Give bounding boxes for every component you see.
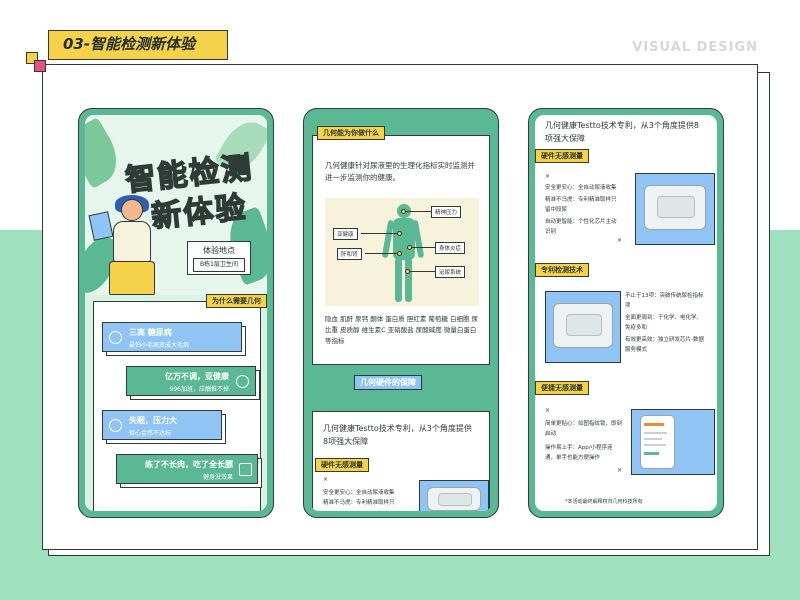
- item-title: 练了不长肉，吃了全长膘: [145, 460, 233, 469]
- block3-tag: 便捷无感测量: [535, 381, 589, 395]
- dot-icon: [401, 209, 406, 214]
- block1-line: 安全更安心：全自动尿液收集: [545, 185, 617, 191]
- item-title: 亿万不调，亚健康: [165, 372, 229, 381]
- leaf-icon: [85, 117, 128, 189]
- block2-tag: 专利检测技术: [535, 263, 589, 277]
- close-icon: ×: [617, 237, 623, 244]
- why-card: 为什么需要几何 三高 糖尿病 最怕小毛病变成大毛病 亿万不调，亚健康 996加班…: [93, 294, 267, 511]
- phone-screen-1: 智能检测 新体验 体验地点 B栋1层卫生间 为什么需要几何 三高 糖尿病 最怕小…: [85, 115, 267, 511]
- label-inflammation: 身体炎症: [435, 242, 466, 254]
- list-item: 失眠，压力大 担心金感不达标: [102, 410, 222, 440]
- phone-mockup-1: 智能检测 新体验 体验地点 B栋1层卫生间 为什么需要几何 三高 糖尿病 最怕小…: [78, 108, 274, 518]
- block1-line: 精准不马虎：专利精准取样只留中段尿: [545, 197, 617, 213]
- block3-line: 操作易上手：App/小程序连通，单手也能方便操作: [545, 445, 613, 461]
- block1-tag: 硬件无感测量: [535, 149, 589, 163]
- dumbbell-icon: [239, 463, 252, 476]
- location-box: 体验地点 B栋1层卫生间: [187, 241, 251, 275]
- item-subtitle: 担心金感不达标: [129, 430, 172, 437]
- sub-line: 精准不马虎：专利精准取样只: [323, 500, 395, 506]
- what-card: 几何能为你做什么 几何健康针对尿液里的生理化指标实时监测并进一步监测你的健康。 …: [312, 126, 490, 365]
- sub-tag: 硬件无感测量: [315, 458, 369, 472]
- dot-icon: [405, 269, 410, 274]
- phone-screen-2: 几何能为你做什么 几何健康针对尿液里的生理化指标实时监测并进一步监测你的健康。 …: [310, 115, 492, 511]
- phone-mockup-3: 几何健康Testto技术专利，从3个角度提供8项强大保障 硬件无感测量 × 安全…: [528, 108, 724, 518]
- hero-banner: 智能检测 新体验 体验地点 B栋1层卫生间: [85, 115, 267, 300]
- label-stress: 精神压力: [431, 206, 462, 218]
- indicators-text: 隐血 肌酐 尿钙 酮体 蛋白质 胆红素 葡萄糖 白细胞 尿比重 皮质醇 维生素C…: [325, 315, 479, 345]
- location-title: 体验地点: [203, 246, 235, 255]
- phone-mockup-2: 几何能为你做什么 几何健康针对尿液里的生理化指标实时监测并进一步监测你的健康。 …: [303, 108, 499, 518]
- block2-line: 不止于13项：突破传统尿检指标项: [625, 293, 704, 309]
- phone-app-icon: [640, 415, 675, 469]
- block1-line: 自动更智能：个性化芯片主动识别: [545, 219, 617, 235]
- dot-icon: [407, 245, 412, 250]
- chip-image: [545, 291, 621, 363]
- sub-line: 安全更安心：全自动尿液收集: [323, 490, 395, 496]
- dot-icon: [397, 231, 402, 236]
- close-icon: ×: [323, 476, 329, 483]
- footnote: *本活动最终解释权归几何科技所有: [565, 499, 643, 505]
- device-image: [635, 173, 715, 245]
- block2-line: 全面更周到：干化学、电化学、免疫多和: [625, 315, 703, 331]
- wifi-icon: [236, 375, 249, 388]
- person-illustration: [88, 195, 161, 297]
- label-urinary: 泌尿系统: [435, 266, 466, 278]
- item-subtitle: 最怕小毛病变成大毛病: [129, 342, 190, 349]
- guarantee-card: 几何健康Testto技术专利，从3个角度提供8项强大保障 硬件无感测量 × 安全…: [312, 411, 490, 511]
- close-icon: ×: [617, 467, 623, 474]
- pink-square-icon: [34, 60, 46, 72]
- list-item: 练了不长肉，吃了全长膘 健身没效果: [116, 454, 258, 484]
- intro-text: 几何健康Testto技术专利，从3个角度提供8项强大保障: [545, 121, 699, 143]
- block3-line: 简单更贴心：如图指纹锁，即刻启动: [545, 421, 623, 437]
- why-section-tag: 为什么需要几何: [206, 294, 267, 308]
- list-item: 亿万不调，亚健康 996加班，应酬推不掉: [126, 366, 256, 396]
- device-image: [419, 480, 489, 511]
- label-subhealth: 亚健康: [333, 228, 358, 240]
- guarantee-text: 几何健康Testto技术专利，从3个角度提供8项强大保障: [323, 424, 472, 446]
- drop-icon: [109, 331, 122, 344]
- section-title: 03-智能检测新体验: [48, 30, 228, 60]
- intro-text: 几何健康针对尿液里的生理化指标实时监测并进一步监测你的健康。: [325, 161, 475, 182]
- visual-design-watermark: VISUAL DESIGN: [632, 40, 758, 55]
- body-diagram: 精神压力 亚健康 身体炎症 肝和肾 泌尿系统: [325, 198, 479, 306]
- item-title: 失眠，压力大: [129, 416, 177, 425]
- block2-line: 有效更高效：独立研发芯片-数据服务模式: [625, 337, 704, 353]
- location-value: B栋1层卫生间: [193, 258, 245, 272]
- what-section-tag: 几何能为你做什么: [317, 126, 385, 140]
- dot-icon: [397, 251, 402, 256]
- close-icon: ×: [545, 173, 551, 180]
- list-item: 三高 糖尿病 最怕小毛病变成大毛病: [102, 322, 242, 352]
- phone-screen-3: 几何健康Testto技术专利，从3个角度提供8项强大保障 硬件无感测量 × 安全…: [535, 115, 717, 511]
- item-subtitle: 健身没效果: [202, 474, 233, 481]
- guarantee-section-tag: 几何硬件的保障: [354, 375, 422, 390]
- label-liver-kidney: 肝和肾: [337, 248, 362, 260]
- close-icon: ×: [545, 407, 551, 414]
- moon-icon: [109, 419, 122, 432]
- item-subtitle: 996加班，应酬推不掉: [169, 386, 229, 393]
- app-screenshot-image: [631, 409, 715, 475]
- item-title: 三高 糖尿病: [129, 328, 172, 337]
